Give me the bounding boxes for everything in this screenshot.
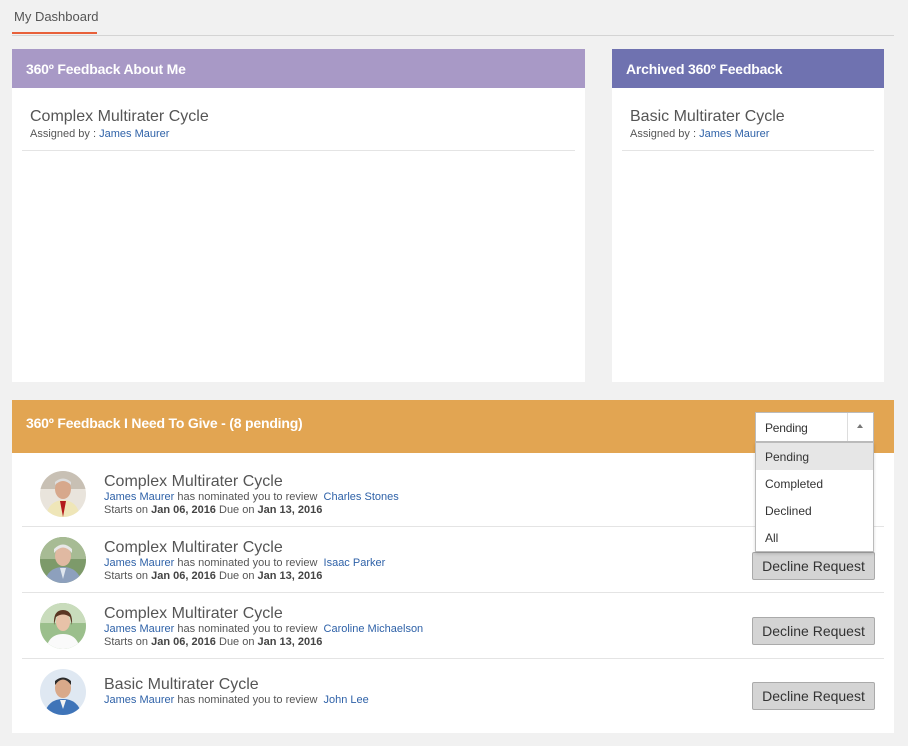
panel-title: Archived 360º Feedback xyxy=(612,49,884,88)
start-date: Jan 06, 2016 xyxy=(151,636,216,648)
request-details: Complex Multirater Cycle James Maurer ha… xyxy=(104,539,385,583)
dates-line: Starts on Jan 06, 2016 Due on Jan 13, 20… xyxy=(104,570,385,583)
cycle-title-link[interactable]: Basic Multirater Cycle xyxy=(104,676,369,694)
list-item: Complex Multirater Cycle Assigned by : J… xyxy=(22,88,575,151)
nomination-line: James Maurer has nominated you to review… xyxy=(104,623,423,636)
nomination-line: James Maurer has nominated you to review… xyxy=(104,491,399,504)
start-date: Jan 06, 2016 xyxy=(151,504,216,516)
nomination-text: has nominated you to review xyxy=(177,694,318,706)
chevron-up-icon xyxy=(857,424,863,428)
nomination-text: has nominated you to review xyxy=(177,557,318,569)
reviewee-link[interactable]: Caroline Michaelson xyxy=(324,623,424,635)
due-date: Jan 13, 2016 xyxy=(257,636,323,648)
due-label: Due on xyxy=(219,636,255,648)
due-label: Due on xyxy=(219,570,255,582)
assigner-link[interactable]: James Maurer xyxy=(699,128,769,140)
assigned-by-label: Assigned by : xyxy=(630,128,697,140)
archived-panel: Archived 360º Feedback Basic Multirater … xyxy=(612,49,884,382)
avatar xyxy=(40,537,86,583)
due-date: Jan 13, 2016 xyxy=(257,504,323,516)
tab-label: My Dashboard xyxy=(14,9,99,24)
assigner-link[interactable]: James Maurer xyxy=(99,128,169,140)
assigned-by: Assigned by : James Maurer xyxy=(30,128,567,141)
select-arrow[interactable] xyxy=(847,413,873,441)
dropdown-option-all[interactable]: All xyxy=(756,524,873,551)
avatar xyxy=(40,669,86,715)
decline-request-button[interactable]: Decline Request xyxy=(752,617,875,645)
reviewee-link[interactable]: Charles Stones xyxy=(324,491,399,503)
dates-line: Starts on Jan 06, 2016 Due on Jan 13, 20… xyxy=(104,636,423,649)
nomination-line: James Maurer has nominated you to review… xyxy=(104,694,369,707)
decline-request-button[interactable]: Decline Request xyxy=(752,682,875,710)
select-value: Pending xyxy=(765,421,808,435)
status-filter-dropdown: Pending Completed Declined All xyxy=(755,442,874,552)
starts-label: Starts on xyxy=(104,636,149,648)
nominator-link[interactable]: James Maurer xyxy=(104,623,174,635)
nomination-text: has nominated you to review xyxy=(177,623,318,635)
nominator-link[interactable]: James Maurer xyxy=(104,694,174,706)
assigned-by-label: Assigned by : xyxy=(30,128,97,140)
dropdown-option-declined[interactable]: Declined xyxy=(756,497,873,524)
cycle-title-link[interactable]: Complex Multirater Cycle xyxy=(30,108,567,126)
nominator-link[interactable]: James Maurer xyxy=(104,491,174,503)
cycle-title-link[interactable]: Complex Multirater Cycle xyxy=(104,539,385,557)
cycle-title-link[interactable]: Complex Multirater Cycle xyxy=(104,605,423,623)
request-details: Complex Multirater Cycle James Maurer ha… xyxy=(104,473,399,517)
cycle-title-link[interactable]: Complex Multirater Cycle xyxy=(104,473,399,491)
tab-bar: My Dashboard xyxy=(12,0,894,36)
decline-request-button[interactable]: Decline Request xyxy=(752,552,875,580)
list-item: Basic Multirater Cycle Assigned by : Jam… xyxy=(622,88,874,151)
request-details: Basic Multirater Cycle James Maurer has … xyxy=(104,676,369,707)
starts-label: Starts on xyxy=(104,504,149,516)
reviewee-link[interactable]: Isaac Parker xyxy=(324,557,386,569)
avatar xyxy=(40,603,86,649)
dropdown-option-pending[interactable]: Pending xyxy=(756,443,873,470)
due-date: Jan 13, 2016 xyxy=(257,570,323,582)
avatar xyxy=(40,471,86,517)
reviewee-link[interactable]: John Lee xyxy=(324,694,369,706)
active-tab-indicator xyxy=(12,32,97,34)
table-row: Complex Multirater Cycle James Maurer ha… xyxy=(22,593,884,659)
nomination-line: James Maurer has nominated you to review… xyxy=(104,557,385,570)
starts-label: Starts on xyxy=(104,570,149,582)
start-date: Jan 06, 2016 xyxy=(151,570,216,582)
table-row: Basic Multirater Cycle James Maurer has … xyxy=(22,659,884,725)
due-label: Due on xyxy=(219,504,255,516)
assigned-by: Assigned by : James Maurer xyxy=(630,128,866,141)
about-me-panel: 360º Feedback About Me Complex Multirate… xyxy=(12,49,585,382)
request-details: Complex Multirater Cycle James Maurer ha… xyxy=(104,605,423,649)
nominator-link[interactable]: James Maurer xyxy=(104,557,174,569)
nomination-text: has nominated you to review xyxy=(177,491,318,503)
dates-line: Starts on Jan 06, 2016 Due on Jan 13, 20… xyxy=(104,504,399,517)
panel-title: 360º Feedback I Need To Give - (8 pendin… xyxy=(26,415,303,431)
cycle-title-link[interactable]: Basic Multirater Cycle xyxy=(630,108,866,126)
status-filter-select[interactable]: Pending xyxy=(755,412,874,442)
panel-title: 360º Feedback About Me xyxy=(12,49,585,88)
dropdown-option-completed[interactable]: Completed xyxy=(756,470,873,497)
